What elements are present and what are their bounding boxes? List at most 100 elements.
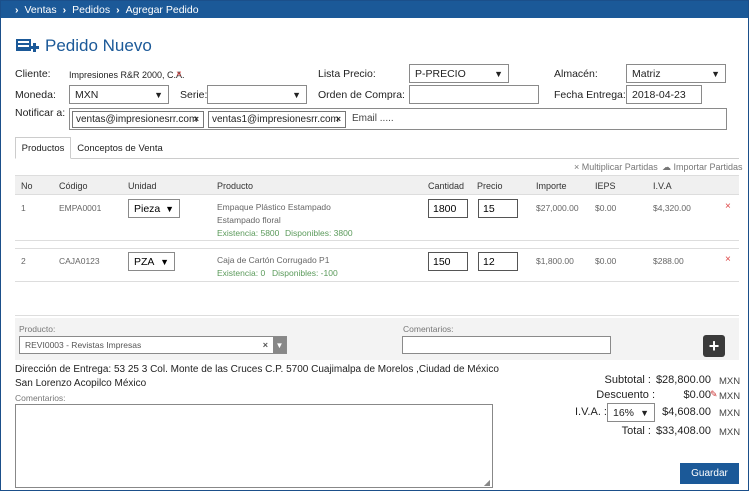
almacen-select[interactable]: Matriz ▼	[626, 64, 726, 83]
precio-input[interactable]: 12	[478, 252, 518, 271]
row-importe: $1,800.00	[536, 256, 574, 266]
row-producto: Empaque Plástico Estampado	[217, 202, 331, 212]
orden-compra-input[interactable]	[409, 85, 539, 104]
moneda-value: MXN	[75, 88, 99, 101]
comentarios-textarea[interactable]: ◢	[15, 404, 493, 488]
empty-row	[15, 288, 739, 316]
add-comentarios-label: Comentarios:	[403, 324, 454, 334]
serie-label: Serie:	[180, 89, 208, 101]
cloud-upload-icon: ☁	[662, 162, 674, 172]
email-chip-label: ventas@impresionesrr.com	[76, 114, 198, 125]
delete-row-icon[interactable]: ×	[725, 201, 731, 212]
dropdown-arrow-icon: ▼	[711, 69, 720, 79]
currency: MXN	[719, 391, 741, 402]
add-comentarios-input[interactable]	[402, 336, 611, 354]
currency: MXN	[719, 408, 741, 419]
lista-precio-select[interactable]: P-PRECIO ▼	[409, 64, 509, 83]
page-frame: › Ventas › Pedidos › Agregar Pedido Pedi…	[0, 0, 749, 491]
col-iva: I.V.A	[653, 181, 672, 191]
clear-producto-icon[interactable]: ×	[263, 340, 268, 350]
tab-conceptos-venta[interactable]: Conceptos de Venta	[75, 137, 165, 159]
dropdown-arrow-icon: ▼	[160, 257, 169, 267]
row-ieps: $0.00	[595, 256, 617, 266]
breadcrumb-ventas[interactable]: Ventas	[25, 4, 57, 16]
almacen-label: Almacén:	[554, 68, 598, 80]
total-label: Total :	[621, 425, 651, 437]
almacen-value: Matriz	[632, 67, 661, 80]
row-existencia: Existencia: 0	[217, 268, 266, 278]
iva-rate-value: 16%	[613, 406, 635, 419]
row-iva: $4,320.00	[653, 203, 691, 213]
iva-label: I.V.A. :	[574, 406, 607, 418]
direccion-entrega-line2: San Lorenzo Acopilco México	[15, 378, 147, 389]
tab-bar: Productos Conceptos de Venta	[15, 137, 739, 159]
col-unidad: Unidad	[128, 181, 157, 191]
producto-value: REVI0003 - Revistas Impresas	[25, 340, 142, 350]
dropdown-arrow-icon: ▼	[165, 204, 174, 214]
row-iva: $288.00	[653, 256, 684, 266]
email-chip: ventas1@impresionesrr.com ×	[208, 111, 346, 128]
precio-input[interactable]: 15	[478, 199, 518, 218]
subtotal-value: $28,800.00	[655, 374, 711, 386]
col-precio: Precio	[477, 181, 503, 191]
unidad-select[interactable]: Pieza ▼	[128, 199, 180, 218]
moneda-label: Moneda:	[15, 89, 56, 101]
page-title: Pedido Nuevo	[45, 36, 152, 55]
add-item-button[interactable]: +	[703, 335, 725, 357]
remove-email-icon[interactable]: ×	[336, 114, 341, 124]
subtotal-label: Subtotal :	[604, 374, 651, 386]
row-disponibles: Disponibles: -100	[272, 268, 338, 278]
save-button[interactable]: Guardar	[680, 463, 739, 484]
unidad-select[interactable]: PZA ▼	[128, 252, 175, 271]
delete-row-icon[interactable]: ×	[725, 254, 731, 265]
row-existencia: Existencia: 5800	[217, 228, 280, 238]
importar-partidas-button[interactable]: ☁ Importar Partidas	[662, 162, 743, 173]
total-value: $33,408.00	[655, 425, 711, 437]
edit-descuento-icon[interactable]: ✎	[710, 389, 718, 400]
col-codigo: Código	[59, 181, 88, 191]
chevron-right-icon: ›	[116, 3, 120, 16]
tab-productos[interactable]: Productos	[15, 137, 71, 159]
table-row: 2 CAJA0123 PZA ▼ Caja de Cartón Corrugad…	[15, 248, 739, 282]
importar-label: Importar Partidas	[673, 162, 743, 172]
col-ieps: IEPS	[595, 181, 616, 191]
row-descripcion: Estampado floral	[217, 215, 281, 225]
producto-select[interactable]: REVI0003 - Revistas Impresas × ▼	[19, 336, 287, 354]
clear-cliente-icon[interactable]: ×	[176, 69, 182, 80]
serie-select[interactable]: ▼	[207, 85, 307, 104]
iva-value: $4,608.00	[662, 406, 711, 418]
lista-precio-value: P-PRECIO	[415, 67, 466, 80]
add-order-icon	[16, 39, 39, 52]
col-importe: Importe	[536, 181, 567, 191]
notificar-label: Notificar a:	[15, 107, 66, 119]
resize-handle-icon[interactable]: ◢	[484, 478, 490, 487]
currency: MXN	[719, 376, 741, 387]
unidad-value: PZA	[134, 255, 155, 268]
multiplicar-partidas-button[interactable]: × Multiplicar Partidas	[574, 162, 658, 172]
multiplicar-label: Multiplicar Partidas	[581, 162, 658, 172]
cantidad-input[interactable]: 150	[428, 252, 468, 271]
breadcrumb-pedidos[interactable]: Pedidos	[72, 4, 110, 16]
fecha-entrega-label: Fecha Entrega:	[554, 89, 626, 101]
page-header: Pedido Nuevo	[15, 36, 152, 56]
fecha-entrega-input[interactable]: 2018-04-23	[626, 85, 702, 104]
row-importe: $27,000.00	[536, 203, 579, 213]
cliente-value: Impresiones R&R 2000, C.A.	[69, 70, 185, 80]
row-disponibles: Disponibles: 3800	[285, 228, 353, 238]
email-chip-label: ventas1@impresionesrr.com	[212, 114, 339, 125]
notify-email-field[interactable]: ventas@impresionesrr.com × ventas1@impre…	[69, 108, 727, 130]
cantidad-input[interactable]: 1800	[428, 199, 468, 218]
chevron-right-icon: ›	[15, 3, 19, 16]
col-producto: Producto	[217, 181, 254, 191]
row-producto: Caja de Cartón Corrugado P1	[217, 255, 330, 265]
producto-label: Producto:	[19, 324, 56, 334]
orden-compra-label: Orden de Compra:	[318, 89, 405, 101]
email-input[interactable]: Email .....	[352, 113, 394, 124]
dropdown-arrow-icon[interactable]: ▼	[273, 337, 286, 353]
descuento-label: Descuento :	[596, 389, 655, 401]
unidad-value: Pieza	[134, 202, 161, 215]
remove-email-icon[interactable]: ×	[194, 114, 199, 124]
lista-precio-label: Lista Precio:	[318, 68, 376, 80]
descuento-value: $0.00	[683, 389, 711, 401]
moneda-select[interactable]: MXN ▼	[69, 85, 169, 104]
